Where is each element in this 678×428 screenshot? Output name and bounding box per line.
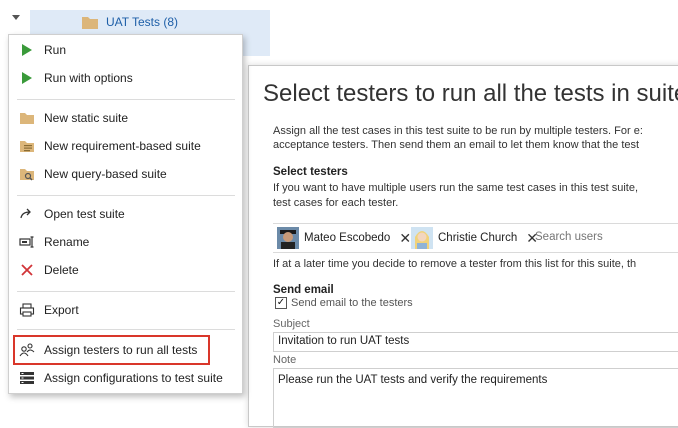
- menu-item-label: Run with options: [44, 71, 133, 85]
- menu-separator: [17, 291, 235, 292]
- menu-item-new-query-suite[interactable]: New query-based suite: [9, 161, 242, 187]
- requirement-suite-icon: [20, 141, 34, 152]
- dialog-intro-line2: acceptance testers. Then send them an em…: [273, 139, 640, 151]
- remove-tester-icon[interactable]: ✕: [399, 230, 411, 247]
- dialog-title: Select testers to run all the tests in s…: [263, 80, 678, 107]
- menu-item-new-requirement-suite[interactable]: New requirement-based suite: [9, 133, 242, 159]
- menu-item-label: New query-based suite: [44, 167, 167, 181]
- tree-row-selected-extension: [240, 34, 270, 56]
- search-users-input[interactable]: [535, 231, 655, 243]
- menu-item-label: Rename: [44, 235, 90, 249]
- menu-item-rename[interactable]: Rename: [9, 229, 242, 255]
- send-email-heading: Send email: [273, 284, 334, 296]
- tester-chip: Christie Church ✕: [411, 227, 538, 249]
- select-testers-heading: Select testers: [273, 166, 348, 178]
- avatar: [277, 227, 299, 249]
- send-email-checkbox[interactable]: ✓: [275, 297, 287, 309]
- menu-item-label: Run: [44, 43, 67, 57]
- menu-item-export[interactable]: Export: [9, 297, 242, 323]
- removal-note: If at a later time you decide to remove …: [273, 258, 637, 270]
- rename-icon: [19, 236, 34, 248]
- tester-name: Mateo Escobedo: [304, 232, 391, 244]
- avatar: [411, 227, 433, 249]
- menu-item-open-test-suite[interactable]: Open test suite: [9, 201, 242, 227]
- menu-item-label: New static suite: [44, 111, 129, 125]
- menu-item-run-with-options[interactable]: Run with options: [9, 65, 242, 91]
- menu-item-label: Open test suite: [44, 207, 125, 221]
- delete-x-icon: [21, 264, 33, 276]
- send-email-checkbox-label: Send email to the testers: [291, 297, 413, 309]
- menu-item-assign-configurations[interactable]: Assign configurations to test suite: [9, 365, 242, 391]
- tree-node-label[interactable]: UAT Tests (8): [106, 15, 178, 29]
- menu-item-label: Delete: [44, 263, 79, 277]
- menu-item-delete[interactable]: Delete: [9, 257, 242, 283]
- note-label: Note: [273, 354, 297, 366]
- menu-item-label: New requirement-based suite: [44, 139, 201, 153]
- highlight-box: [13, 335, 210, 365]
- dialog-intro-line1: Assign all the test cases in this test s…: [273, 125, 643, 137]
- note-field[interactable]: Please run the UAT tests and verify the …: [273, 368, 678, 428]
- chevron-down-icon[interactable]: [12, 15, 20, 20]
- open-arrow-icon: [20, 208, 31, 219]
- menu-item-new-static-suite[interactable]: New static suite: [9, 105, 242, 131]
- menu-separator: [17, 99, 235, 100]
- configurations-icon: [20, 372, 34, 384]
- play-icon: [22, 72, 32, 84]
- context-menu: Run Run with options New static suite Ne…: [8, 34, 243, 394]
- folder-icon: [20, 113, 34, 124]
- play-icon: [22, 44, 32, 56]
- printer-icon: [19, 303, 35, 317]
- query-suite-icon: [20, 169, 34, 181]
- select-testers-line1: If you want to have multiple users run t…: [273, 182, 639, 194]
- subject-field[interactable]: Invitation to run UAT tests: [273, 332, 678, 352]
- tester-name: Christie Church: [438, 232, 518, 244]
- tester-chip: Mateo Escobedo ✕: [277, 227, 411, 249]
- tester-picker[interactable]: Mateo Escobedo ✕ Christie Church ✕: [273, 223, 678, 253]
- select-testers-line2: test cases for each tester.: [273, 197, 399, 209]
- folder-icon: [82, 17, 98, 29]
- select-testers-dialog: Select testers to run all the tests in s…: [248, 65, 678, 428]
- menu-separator: [17, 195, 235, 196]
- subject-label: Subject: [273, 318, 310, 330]
- menu-separator: [17, 329, 235, 330]
- menu-item-run[interactable]: Run: [9, 37, 242, 63]
- menu-item-label: Assign configurations to test suite: [44, 371, 223, 385]
- menu-item-label: Export: [44, 303, 79, 317]
